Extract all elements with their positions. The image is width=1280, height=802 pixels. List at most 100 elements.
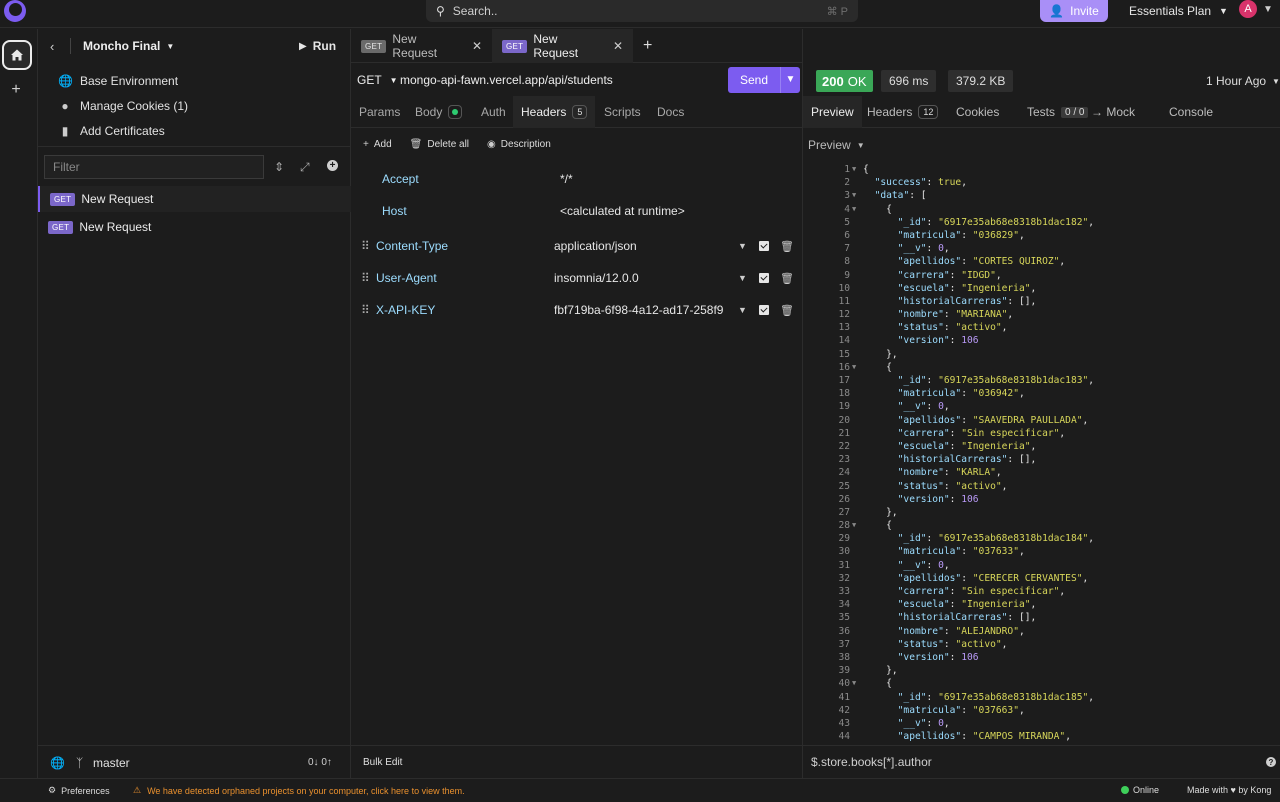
trash-icon[interactable]: 🗑 — [780, 304, 794, 317]
drag-handle-icon[interactable]: ⠿ — [361, 271, 370, 285]
code-text: "__v": 0, — [897, 559, 950, 571]
header-key-input[interactable]: X-API-KEY — [376, 303, 435, 317]
certificate-icon: ▮ — [61, 124, 69, 138]
add-header-button[interactable]: + Add — [363, 139, 392, 150]
fold-toggle-icon[interactable]: ▼ — [852, 677, 856, 690]
preferences-button[interactable]: ⚙ Preferences — [48, 785, 110, 796]
drag-handle-icon[interactable]: ⠿ — [361, 303, 370, 317]
delete-all-button[interactable]: 🗑 Delete all — [410, 139, 469, 150]
code-text: "status": "activo", — [897, 480, 1008, 492]
tab-docs[interactable]: Docs — [649, 96, 692, 128]
chevron-down-icon[interactable]: ▼ — [738, 241, 747, 251]
fold-toggle-icon[interactable]: ▼ — [852, 361, 856, 374]
tab-response-headers[interactable]: Headers 12 — [859, 96, 946, 128]
sidebar-request-item[interactable]: GET New Request — [38, 186, 351, 212]
fold-toggle-icon[interactable]: ▼ — [852, 519, 856, 532]
header-key-input[interactable]: User-Agent — [376, 271, 437, 285]
invite-button[interactable]: 👤 Invite — [1040, 0, 1108, 22]
description-toggle[interactable]: ◉ Description — [487, 139, 551, 150]
add-request-icon[interactable]: + — [327, 160, 338, 171]
code-line: 4 ▼ { — [803, 203, 1280, 216]
code-text: "_id": "6917e35ab68e8318b1dac183", — [897, 375, 1095, 386]
made-with-kong-link[interactable]: Made with ♥ by Kong — [1187, 785, 1271, 795]
code-text: "historialCarreras": [], — [897, 295, 1037, 307]
insomnia-logo-icon[interactable] — [4, 0, 26, 22]
run-label: Run — [312, 39, 337, 53]
tab-params[interactable]: Params — [351, 96, 408, 128]
trash-icon[interactable]: 🗑 — [780, 272, 794, 285]
method-badge: GET — [50, 192, 76, 206]
new-tab-icon[interactable]: + — [643, 37, 652, 55]
trash-icon[interactable]: 🗑 — [780, 240, 794, 253]
url-input[interactable]: mongo-api-fawn.vercel.app/api/students — [400, 73, 613, 87]
code-line: 28 ▼ { — [803, 519, 1280, 532]
line-number: 25 — [838, 480, 850, 492]
plan-dropdown[interactable]: Essentials Plan ▼ — [1129, 0, 1228, 22]
chevron-down-icon[interactable]: ▼ — [780, 67, 800, 93]
code-text: "nombre": "MARIANA", — [897, 309, 1014, 321]
enabled-checkbox[interactable] — [759, 305, 769, 315]
base-environment-link[interactable]: 🌐 Base Environment — [58, 70, 178, 92]
back-icon[interactable]: ‹ — [50, 39, 54, 54]
header-value-input[interactable]: insomnia/12.0.0 — [554, 271, 726, 285]
git-branch-icon[interactable]: ᛉ — [76, 756, 83, 770]
header-key-input[interactable]: Content-Type — [376, 239, 448, 253]
code-text: "carrera": "IDGD", — [897, 269, 1002, 281]
tab-preview[interactable]: Preview — [803, 96, 862, 128]
close-icon[interactable]: ✕ — [472, 39, 482, 53]
request-tab-active[interactable]: GET New Request ✕ — [492, 29, 633, 63]
method-dropdown[interactable]: GET ▼ — [357, 73, 398, 87]
project-name-dropdown[interactable]: Moncho Final ▼ — [83, 39, 174, 53]
tab-mock[interactable]: → Mock — [1083, 96, 1143, 128]
add-project-icon[interactable]: + — [8, 81, 24, 98]
filter-input[interactable]: Filter — [44, 155, 264, 179]
chevron-down-icon[interactable]: ▼ — [1263, 4, 1273, 15]
sidebar-request-item[interactable]: GET New Request — [38, 214, 351, 240]
search-bar[interactable]: ⚲ Search.. ⌘ P — [426, 0, 858, 22]
add-certificates-link[interactable]: ▮ Add Certificates — [58, 120, 165, 142]
tab-cookies[interactable]: Cookies — [948, 96, 1007, 128]
tab-headers[interactable]: Headers 5 — [513, 96, 595, 128]
tab-console[interactable]: Console — [1161, 96, 1221, 128]
close-icon[interactable]: ✕ — [613, 39, 623, 53]
expand-icon[interactable]: ⤢ — [300, 160, 310, 175]
avatar[interactable]: A — [1239, 0, 1257, 18]
response-body-viewer[interactable]: 1 ▼{2 "success": true, 3 ▼ "data": [4 ▼ {5 "… — [803, 163, 1280, 745]
help-icon[interactable]: ? — [1266, 757, 1276, 767]
preview-mode-dropdown[interactable]: Preview ▼ — [808, 138, 865, 152]
branch-name[interactable]: master — [93, 756, 130, 770]
drag-handle-icon[interactable]: ⠿ — [361, 239, 370, 253]
tab-body[interactable]: Body — [407, 96, 470, 128]
sort-icon[interactable]: ⇕ — [274, 160, 284, 174]
history-dropdown[interactable]: 1 Hour Ago ▼ — [1206, 74, 1280, 88]
fold-toggle-icon[interactable]: ▼ — [852, 189, 856, 202]
header-value-input[interactable]: application/json — [554, 239, 726, 253]
send-button[interactable]: Send ▼ — [728, 67, 800, 93]
orphaned-projects-warning[interactable]: ⚠ We have detected orphaned projects on … — [133, 785, 465, 796]
enabled-checkbox[interactable] — [759, 273, 769, 283]
code-text: "version": 106 — [897, 651, 979, 663]
headers-count-badge: 12 — [918, 105, 939, 119]
tab-name: New Request — [392, 32, 438, 60]
sync-status[interactable]: 0↓ 0↑ — [308, 757, 332, 768]
request-tab[interactable]: GET New Request ✕ — [351, 29, 492, 63]
bulk-edit-button[interactable]: Bulk Edit — [351, 745, 803, 778]
home-button[interactable] — [2, 40, 32, 70]
globe-icon[interactable]: 🌐 — [50, 756, 65, 770]
header-value-input[interactable]: fbf719ba-6f98-4a12-ad17-258f9 — [554, 303, 726, 317]
tab-scripts[interactable]: Scripts — [596, 96, 649, 128]
tab-auth[interactable]: Auth — [473, 96, 514, 128]
enabled-checkbox[interactable] — [759, 241, 769, 251]
code-text: { — [863, 361, 892, 373]
chevron-down-icon[interactable]: ▼ — [738, 273, 747, 283]
manage-cookies-link[interactable]: ● Manage Cookies (1) — [58, 95, 188, 117]
tab-label: Tests — [1027, 105, 1056, 119]
preferences-label: Preferences — [61, 785, 110, 796]
response-filter-input[interactable]: $.store.books[*].author — [803, 745, 1280, 778]
invite-label: Invite — [1070, 4, 1099, 18]
fold-toggle-icon[interactable]: ▼ — [852, 163, 856, 176]
chevron-down-icon[interactable]: ▼ — [738, 305, 747, 315]
fold-toggle-icon[interactable]: ▼ — [852, 203, 856, 216]
plus-icon: + — [363, 138, 369, 150]
run-button[interactable]: ▶ Run — [299, 39, 336, 53]
